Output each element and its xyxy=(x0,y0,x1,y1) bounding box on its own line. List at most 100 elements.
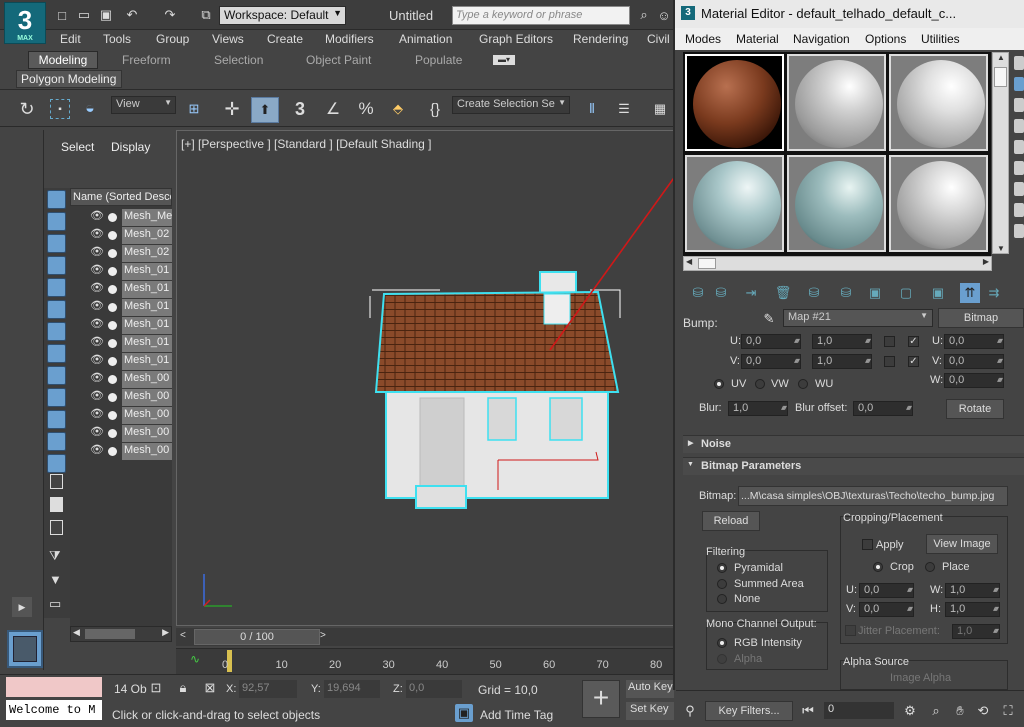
time-tag-icon[interactable]: ▣ xyxy=(455,704,473,722)
key-mode-icon[interactable]: ⚲ xyxy=(680,701,700,721)
view-image-button[interactable]: View Image xyxy=(926,534,998,554)
filter-funnel-icon[interactable]: ⧩ xyxy=(49,548,61,564)
eye-icon[interactable]: 👁︎ xyxy=(90,245,104,258)
angle-v-spinner[interactable]: 0,0 xyxy=(944,354,1004,369)
key-filters-button[interactable]: Key Filters... xyxy=(705,701,793,721)
orbit-icon[interactable]: ⟲ xyxy=(973,701,993,721)
show-shaded-icon[interactable]: ▢ xyxy=(896,283,916,303)
make-unique-icon[interactable]: ⛁ xyxy=(804,283,824,303)
viewport-preview-button[interactable] xyxy=(7,630,43,668)
eye-icon[interactable]: 👁︎ xyxy=(90,425,104,438)
map-name-dropdown[interactable]: Map #21 ▼ xyxy=(783,309,933,327)
filter-particles-icon[interactable] xyxy=(47,410,66,429)
pan-icon[interactable]: ✋︎ xyxy=(950,701,970,721)
filter-hidden-icon[interactable] xyxy=(47,454,66,473)
crop-radio[interactable] xyxy=(873,562,883,572)
v-tiling-spinner[interactable]: 1,0 xyxy=(812,354,872,369)
scroll-up-icon[interactable]: ▲ xyxy=(997,53,1005,62)
lock-icon[interactable]: 🔒︎ xyxy=(173,678,193,698)
sample-uv-icon[interactable] xyxy=(1014,119,1024,133)
edit-named-sets-icon[interactable]: {} xyxy=(425,99,445,119)
eye-icon[interactable]: 👁︎ xyxy=(90,335,104,348)
list-item[interactable]: 👁︎ Mesh_00 xyxy=(70,443,172,461)
new-file-icon[interactable]: □ xyxy=(52,5,72,25)
show-end-result-icon[interactable]: ▣ xyxy=(928,283,948,303)
coord-y-field[interactable]: 19,694 xyxy=(324,680,380,698)
bitmap-path-button[interactable]: ...M\casa simples\OBJ\texturas\Techo\tec… xyxy=(738,486,1008,506)
none-radio[interactable] xyxy=(717,594,727,604)
rgb-intensity-radio[interactable] xyxy=(717,638,727,648)
save-icon[interactable]: ▣ xyxy=(96,5,116,25)
tab-select[interactable]: Select xyxy=(61,140,94,154)
open-file-icon[interactable]: ▭ xyxy=(74,5,94,25)
tab-freeform[interactable]: Freeform xyxy=(122,53,171,67)
menu-modifiers[interactable]: Modifiers xyxy=(325,32,374,46)
move-icon[interactable]: ✛ xyxy=(222,99,242,119)
background-icon[interactable] xyxy=(1014,98,1024,112)
list-item[interactable]: 👁︎ Mesh_00 xyxy=(70,371,172,389)
blur-offset-spinner[interactable]: 0,0 xyxy=(853,401,913,416)
backlight-icon[interactable] xyxy=(1014,77,1024,91)
material-slot[interactable] xyxy=(787,54,886,151)
workspace-dropdown[interactable]: Workspace: Default ▼ xyxy=(219,6,346,25)
eye-icon[interactable]: 👁︎ xyxy=(90,317,104,330)
tab-object-paint[interactable]: Object Paint xyxy=(306,53,371,67)
track-curve-icon[interactable]: ∿ xyxy=(190,652,200,666)
time-config-icon[interactable]: ⚙ xyxy=(900,701,920,721)
v-mirror-checkbox[interactable] xyxy=(884,356,895,367)
spinner-snap-icon[interactable]: ⬘ xyxy=(388,99,408,119)
menu-animation[interactable]: Animation xyxy=(399,32,452,46)
put-to-library-icon[interactable]: ⛁ xyxy=(836,283,856,303)
menu-create[interactable]: Create xyxy=(267,32,303,46)
u-tiling-spinner[interactable]: 1,0 xyxy=(812,334,872,349)
slots-hscroll[interactable]: ◀ ▶ xyxy=(683,256,992,271)
transform-mode-icon[interactable]: ⊠ xyxy=(200,678,220,698)
expand-panel-icon[interactable]: ▶ xyxy=(12,597,32,617)
undo-icon[interactable]: ↶ xyxy=(122,5,142,25)
auto-key-button[interactable]: Auto Key xyxy=(626,680,674,698)
go-to-parent-icon[interactable]: ⇈ xyxy=(960,283,980,303)
maxscript-pink[interactable] xyxy=(6,677,102,697)
list-item[interactable]: 👁︎ Mesh_02 xyxy=(70,245,172,263)
coord-z-field[interactable]: 0,0 xyxy=(406,680,462,698)
ribbon-polygon-modeling[interactable]: Polygon Modeling xyxy=(16,70,122,88)
filter-frozen-icon[interactable] xyxy=(47,432,66,451)
blur-spinner[interactable]: 1,0 xyxy=(728,401,788,416)
time-slider-thumb[interactable]: 0 / 100 xyxy=(194,629,320,645)
pyramidal-radio[interactable] xyxy=(717,563,727,573)
freeze-dot-icon[interactable] xyxy=(108,267,117,276)
freeze-dot-icon[interactable] xyxy=(108,357,117,366)
apply-checkbox[interactable] xyxy=(862,539,873,550)
uv-radio[interactable] xyxy=(714,379,724,389)
eye-icon[interactable]: 👁︎ xyxy=(90,299,104,312)
bitmap-params-rollout[interactable]: ▼ Bitmap Parameters xyxy=(683,457,1024,475)
snap-3d-icon[interactable]: 3 xyxy=(290,99,310,119)
frame-spinner[interactable]: 0 xyxy=(824,702,894,719)
freeze-dot-icon[interactable] xyxy=(108,303,117,312)
video-check-icon[interactable] xyxy=(1014,140,1024,154)
wu-radio[interactable] xyxy=(798,379,808,389)
account-icon[interactable]: ☺ xyxy=(654,5,674,25)
material-slot[interactable] xyxy=(889,155,988,252)
select-by-material-icon[interactable] xyxy=(1014,203,1024,217)
crop-w-spinner[interactable]: 1,0 xyxy=(945,583,1000,598)
menu-edit[interactable]: Edit xyxy=(60,32,81,46)
v-offset-spinner[interactable]: 0,0 xyxy=(741,354,801,369)
filter-bones-icon[interactable] xyxy=(47,366,66,385)
time-slider[interactable]: < 0 / 100 > xyxy=(176,628,676,646)
list-item[interactable]: 👁︎ Mesh_00 xyxy=(70,407,172,425)
pivot-icon[interactable]: ⊞ xyxy=(184,99,204,119)
list-item[interactable]: 👁︎ Mesh_00 xyxy=(70,425,172,443)
view-dropdown[interactable]: View ▼ xyxy=(111,96,176,114)
scroll-left-icon[interactable]: ◀ xyxy=(686,257,692,266)
make-preview-icon[interactable] xyxy=(1014,161,1024,175)
prev-key-icon[interactable]: ⏮ xyxy=(798,701,818,721)
u-offset-spinner[interactable]: 0,0 xyxy=(741,334,801,349)
filter-shapes-icon[interactable] xyxy=(47,212,66,231)
coord-x-field[interactable]: 92,57 xyxy=(239,680,297,698)
prev-frame-icon[interactable]: < xyxy=(180,630,186,641)
filter-space-warps-icon[interactable] xyxy=(47,300,66,319)
reload-button[interactable]: Reload xyxy=(702,511,760,531)
material-navigator-icon[interactable] xyxy=(1014,224,1024,238)
list-item[interactable]: 👁︎ Mesh_Me xyxy=(70,209,172,227)
